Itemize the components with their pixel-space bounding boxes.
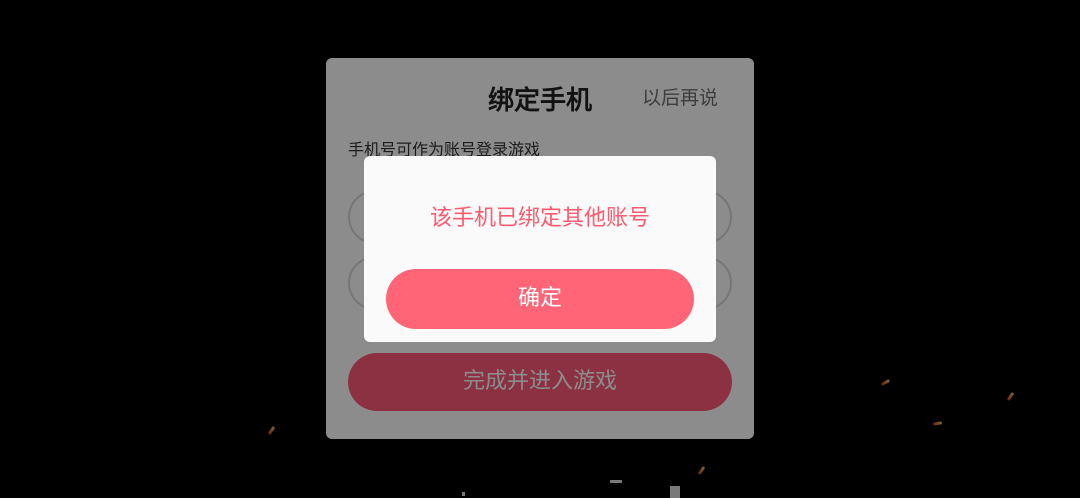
- confirm-button[interactable]: 确定: [386, 269, 694, 329]
- dialog-message: 该手机已绑定其他账号: [429, 206, 650, 231]
- alert-dialog: 该手机已绑定其他账号 确定: [364, 156, 716, 342]
- game-screen: 绑定手机 以后再说 手机号可作为账号登录游戏 × 完成并进入游戏 该手机已绑定其…: [0, 0, 1080, 498]
